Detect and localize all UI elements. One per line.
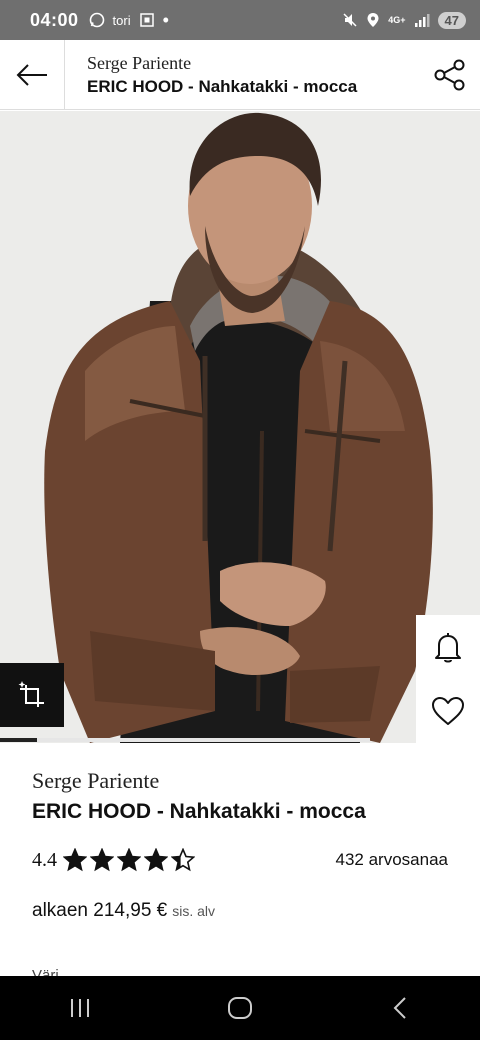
rating-stars	[63, 848, 195, 872]
mute-icon	[343, 13, 357, 27]
recents-icon	[71, 999, 89, 1017]
share-icon	[434, 59, 465, 90]
home-button[interactable]	[210, 983, 270, 1033]
share-button[interactable]	[420, 40, 480, 110]
view-in-space-button[interactable]	[0, 663, 64, 727]
star-full-icon	[63, 848, 87, 872]
recent-apps-button[interactable]	[50, 983, 110, 1033]
notify-button[interactable]	[416, 615, 480, 679]
product-photo	[0, 111, 480, 743]
rating-value: 4.4	[32, 848, 57, 871]
battery-indicator: 47	[437, 11, 466, 29]
whatsapp-icon	[89, 12, 104, 28]
rating-row[interactable]: 4.4 432 arvosanaa	[32, 848, 448, 872]
gallery-progress-fill	[0, 738, 37, 742]
dot-icon: •	[162, 9, 169, 30]
back-button[interactable]	[0, 39, 65, 110]
chevron-left-icon	[393, 997, 406, 1019]
star-full-icon	[117, 848, 141, 872]
location-icon	[367, 13, 379, 27]
price: alkaen 214,95 €	[32, 900, 168, 921]
status-notifications: tori •	[89, 10, 169, 31]
view-icon	[18, 681, 44, 707]
header-brand: Serge Pariente	[87, 52, 192, 73]
product-brand[interactable]: Serge Pariente	[32, 768, 159, 794]
system-nav-bar	[0, 976, 480, 1040]
vat-note: sis. alv	[172, 903, 216, 919]
header-product-name: ERIC HOOD - Nahkatakki - mocca	[87, 76, 358, 96]
back-nav-button[interactable]	[370, 983, 430, 1033]
product-image-gallery[interactable]	[0, 111, 480, 743]
status-app-label: tori	[112, 12, 131, 28]
product-title: ERIC HOOD - Nahkatakki - mocca	[32, 800, 366, 823]
screenshot-icon	[139, 13, 154, 27]
gallery-progress	[0, 738, 370, 742]
price-row: alkaen 214,95 € sis. alv	[32, 900, 215, 922]
star-full-icon	[144, 848, 168, 872]
status-time: 04:00	[30, 9, 79, 30]
signal-icon	[414, 14, 430, 27]
arrow-left-icon	[16, 63, 47, 86]
header-titles: Serge Pariente ERIC HOOD - Nahkatakki - …	[65, 53, 420, 97]
home-icon	[228, 997, 252, 1019]
top-app-bar: Serge Pariente ERIC HOOD - Nahkatakki - …	[0, 39, 480, 110]
star-full-icon	[90, 848, 114, 872]
bell-icon	[435, 633, 461, 663]
heart-icon	[432, 697, 464, 725]
network-label: 4G+	[388, 15, 406, 25]
star-half-icon	[171, 848, 195, 872]
color-label-partial: Väri	[32, 967, 59, 976]
status-bar: 04:00 tori • 4G+ 47	[0, 0, 480, 40]
status-system-icons: 4G+ 47	[342, 11, 466, 29]
wishlist-button[interactable]	[416, 679, 480, 743]
rating-count[interactable]: 432 arvosanaa	[336, 850, 448, 870]
